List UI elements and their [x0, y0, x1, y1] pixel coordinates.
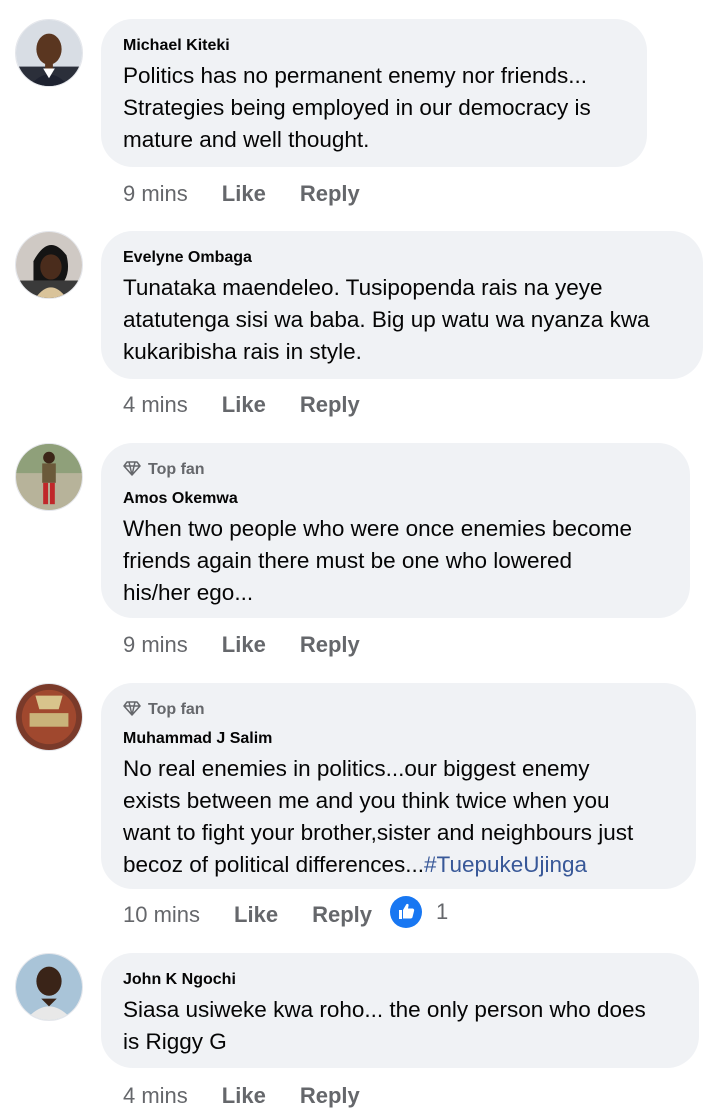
reply-button[interactable]: Reply: [300, 632, 360, 658]
comment-text: Politics has no permanent enemy nor frie…: [123, 63, 591, 152]
comment-author[interactable]: John K Ngochi: [123, 970, 677, 989]
reaction-count: 1: [436, 899, 449, 924]
comment-timestamp[interactable]: 4 mins: [123, 392, 188, 418]
comment-actions: 4 mins Like Reply: [123, 1080, 360, 1112]
reply-button[interactable]: Reply: [300, 1083, 360, 1109]
comment-bubble: Top fan Amos Okemwa When two people who …: [101, 443, 690, 618]
comment-text: Siasa usiweke kwa roho... the only perso…: [123, 997, 646, 1054]
badge-label: Top fan: [148, 461, 205, 478]
reply-button[interactable]: Reply: [300, 392, 360, 418]
like-button[interactable]: Like: [222, 181, 266, 207]
like-button[interactable]: Like: [234, 902, 278, 928]
comment-text: No real enemies in politics...our bigges…: [123, 753, 674, 881]
comment-bubble: Evelyne Ombaga Tunataka maendeleo. Tusip…: [101, 231, 703, 379]
avatar[interactable]: [15, 231, 83, 299]
avatar[interactable]: [15, 953, 83, 1021]
comment-timestamp[interactable]: 4 mins: [123, 1083, 188, 1109]
comment-author[interactable]: Evelyne Ombaga: [123, 248, 681, 267]
comment-text: When two people who were once enemies be…: [123, 516, 633, 605]
comment-bubble: John K Ngochi Siasa usiweke kwa roho... …: [101, 953, 699, 1068]
comment-actions: 10 mins Like Reply 1: [123, 896, 448, 934]
avatar[interactable]: [15, 443, 83, 511]
diamond-icon: [123, 699, 141, 722]
like-button[interactable]: Like: [222, 1083, 266, 1109]
reply-button[interactable]: Reply: [312, 902, 372, 928]
like-button[interactable]: Like: [222, 392, 266, 418]
comment-bubble: Michael Kiteki Politics has no permanent…: [101, 19, 647, 167]
reply-button[interactable]: Reply: [300, 181, 360, 207]
like-reaction-icon: [390, 896, 422, 934]
comment-timestamp[interactable]: 10 mins: [123, 902, 200, 928]
comment-actions: 4 mins Like Reply: [123, 389, 360, 421]
badge-label: Top fan: [148, 701, 205, 718]
comment-actions: 9 mins Like Reply: [123, 178, 360, 210]
avatar[interactable]: [15, 683, 83, 751]
hashtag-link[interactable]: #TuepukeUjinga: [424, 852, 587, 877]
comment-author[interactable]: Muhammad J Salim: [123, 729, 674, 748]
comment-author[interactable]: Amos Okemwa: [123, 489, 668, 508]
like-button[interactable]: Like: [222, 632, 266, 658]
comment-timestamp[interactable]: 9 mins: [123, 181, 188, 207]
comment-text: Tunataka maendeleo. Tusipopenda rais na …: [123, 275, 650, 364]
comment-timestamp[interactable]: 9 mins: [123, 632, 188, 658]
diamond-icon: [123, 459, 141, 482]
top-fan-badge: Top fan: [123, 700, 674, 720]
top-fan-badge: Top fan: [123, 460, 668, 480]
comment-bubble: Top fan Muhammad J Salim No real enemies…: [101, 683, 696, 889]
comment-actions: 9 mins Like Reply: [123, 629, 360, 661]
comment-author[interactable]: Michael Kiteki: [123, 36, 625, 55]
reaction-summary[interactable]: 1: [390, 896, 448, 934]
avatar[interactable]: [15, 19, 83, 87]
